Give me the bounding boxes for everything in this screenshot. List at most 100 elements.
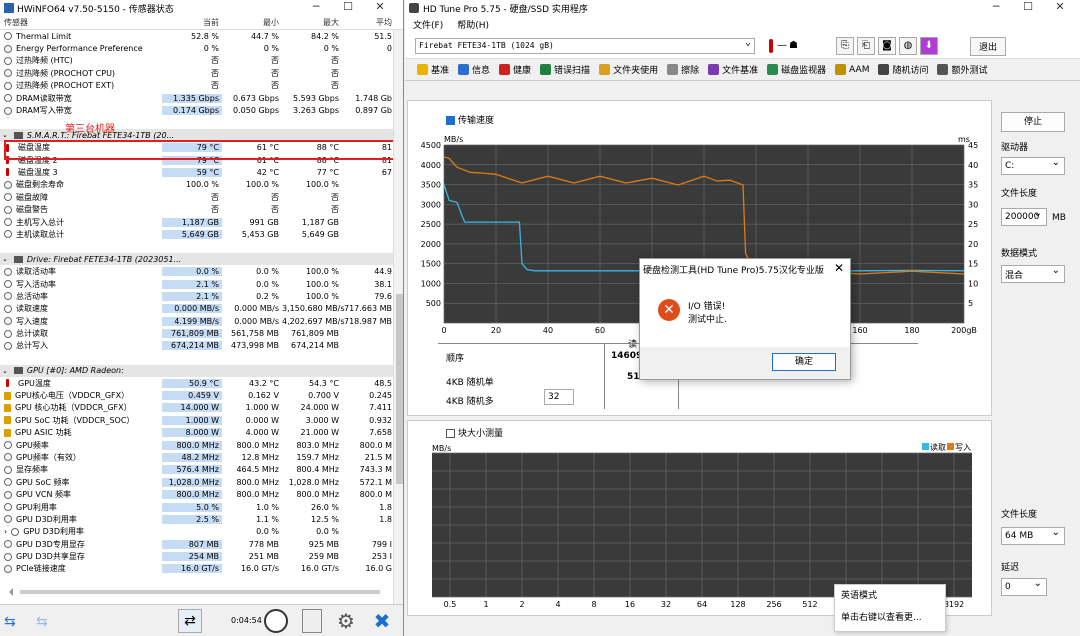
col-max[interactable]: 最大 xyxy=(282,17,342,28)
vertical-scrollbar[interactable] xyxy=(393,30,403,604)
close-icon[interactable]: ✕ xyxy=(364,0,396,13)
settings-gear-icon[interactable]: ⚙ xyxy=(334,609,358,633)
sensor-row[interactable]: 写入速度 4.199 MB/s 0.000 MB/s 4,202.697 MB/s 71… xyxy=(0,315,403,327)
sensor-row[interactable]: GPU SoC 功耗（VDDCR_SOC） 1.000 W 0.000 W 3.000… xyxy=(0,414,403,426)
sensor-row[interactable]: Energy Performance Preference 0 % 0 % 0 % 0 xyxy=(0,42,403,54)
nav-arrows-icon[interactable]: ⇆ xyxy=(4,614,16,630)
sensor-row[interactable]: 磁盘故障 否 否 否 xyxy=(0,191,403,203)
report-icon[interactable] xyxy=(302,609,322,633)
sensor-row[interactable]: 过热降频 (PROCHOT CPU) 否 否 否 xyxy=(0,67,403,79)
tab-aam[interactable]: AAM xyxy=(835,64,869,75)
coins-icon[interactable]: ◍ xyxy=(898,36,917,55)
ok-button[interactable]: 确定 xyxy=(772,353,836,371)
data-mode-select[interactable]: 混合 xyxy=(1001,265,1065,283)
context-item-more[interactable]: 单击右键以查看更... xyxy=(835,607,945,629)
network-icon[interactable]: ⇄ xyxy=(178,609,202,633)
sensor-row[interactable]: 写入活动率 2.1 % 0.0 % 100.0 % 38.1 xyxy=(0,278,403,290)
sensor-row[interactable]: 总活动率 2.1 % 0.2 % 100.0 % 79.6 xyxy=(0,290,403,302)
sensor-row[interactable]: 磁盘剩余寿命 100.0 % 100.0 % 100.0 % xyxy=(0,179,403,191)
maximize-icon[interactable]: ☐ xyxy=(332,0,364,13)
sensor-row[interactable]: Thermal Limit 52.8 % 44.7 % 84.2 % 51.5 xyxy=(0,30,403,42)
sensor-row[interactable]: › GPU D3D利用率 0.0 % 0.0 % xyxy=(0,526,403,538)
camera-icon[interactable]: ◙ xyxy=(877,36,896,55)
sensor-row[interactable]: GPU频率（有效） 48.2 MHz 12.8 MHz 159.7 MHz 21.5 M xyxy=(0,451,403,463)
sensor-row[interactable]: GPU频率 800.0 MHz 800.0 MHz 803.0 MHz 800.0 M xyxy=(0,439,403,451)
sensor-row[interactable]: 过热降频 (PROCHOT EXT) 否 否 否 xyxy=(0,80,403,92)
file-length-2-select[interactable]: 64 MB xyxy=(1001,527,1065,545)
collapse-icon[interactable]: ⌄ xyxy=(2,367,8,375)
sensor-row[interactable]: 主机写入总计 1,187 GB 991 GB 1,187 GB xyxy=(0,216,403,228)
collapse-icon[interactable]: ⌄ xyxy=(2,255,8,263)
tab-extra-tests[interactable]: 额外测试 xyxy=(937,63,988,76)
copy-icon[interactable]: ⎘ xyxy=(835,36,854,55)
tab-random-access[interactable]: 随机访问 xyxy=(878,63,928,76)
tab-info[interactable]: 信息 xyxy=(458,63,490,76)
sensor-row[interactable]: DRAM读取带宽 1.335 Gbps 0.673 Gbps 5.593 Gbps 1.… xyxy=(0,92,403,104)
col-min[interactable]: 最小 xyxy=(222,17,282,28)
menu-help[interactable]: 帮助(H) xyxy=(457,18,489,31)
sensor-row[interactable]: 总计写入 674,214 MB 473,998 MB 674,214 MB xyxy=(0,340,403,352)
col-current[interactable]: 当前 xyxy=(162,17,222,28)
stop-button[interactable]: 停止 xyxy=(1001,112,1065,132)
x-tick-label: 8 xyxy=(591,600,596,609)
minimize-icon[interactable]: ─ xyxy=(980,0,1012,13)
close-sensors-icon[interactable]: ✖ xyxy=(370,609,394,633)
context-item-english[interactable]: 英语模式 xyxy=(835,585,945,607)
h-scroll-thumb[interactable] xyxy=(20,590,380,594)
drive-select[interactable]: Firebat FETE34-1TB (1024 gB) xyxy=(415,37,755,54)
drive-letter-select[interactable]: C: xyxy=(1001,157,1065,175)
sensor-row[interactable]: GPU 核心功耗（VDDCR_GFX） 14.000 W 1.000 W 24.000… xyxy=(0,402,403,414)
sensor-row[interactable]: GPU VCN 频率 800.0 MHz 800.0 MHz 800.0 MHz 800… xyxy=(0,488,403,500)
sensor-row[interactable]: DRAM写入带宽 0.174 Gbps 0.050 Gbps 3.263 Gbps 0.… xyxy=(0,104,403,116)
sensor-group-header[interactable]: ⌄ GPU [#0]: AMD Radeon: xyxy=(0,364,403,377)
col-avg[interactable]: 平均 xyxy=(342,17,394,28)
menu-file[interactable]: 文件(F) xyxy=(413,18,443,31)
nav-arrows-2-icon[interactable]: ⇆ xyxy=(36,614,48,630)
sensor-row[interactable]: GPU ASIC 功耗 8.000 W 4.000 W 21.000 W 7.658 xyxy=(0,427,403,439)
sensor-group-header[interactable]: ⌄ Drive: Firebat FETE34-1TB (2023051... xyxy=(0,253,403,266)
queue-depth-stepper[interactable]: 32 xyxy=(544,389,574,405)
file-length-stepper[interactable]: 200000 xyxy=(1001,208,1047,226)
download-icon[interactable]: ⬇ xyxy=(919,36,938,55)
sensor-row[interactable]: GPU D3D专用显存 807 MB 778 MB 925 MB 799 I xyxy=(0,538,403,550)
sensor-row[interactable]: 磁盘警告 否 否 否 xyxy=(0,203,403,215)
tab-disk-monitor[interactable]: 磁盘监视器 xyxy=(767,63,826,76)
sensor-row[interactable]: GPU D3D共享显存 254 MB 251 MB 259 MB 253 I xyxy=(0,550,403,562)
scrollbar-thumb[interactable] xyxy=(396,294,403,484)
collapse-icon[interactable]: ⌄ xyxy=(2,131,8,139)
sensor-row[interactable]: GPU SoC 频率 1,028.0 MHz 800.0 MHz 1,028.0 MH… xyxy=(0,476,403,488)
sensor-row[interactable]: 读取速度 0.000 MB/s 0.000 MB/s 3,150.680 MB/s 71… xyxy=(0,303,403,315)
tab-erase[interactable]: 擦除 xyxy=(667,63,699,76)
delay-stepper[interactable]: 0 xyxy=(1001,578,1047,596)
close-icon[interactable]: ✕ xyxy=(1044,0,1076,13)
sensor-row[interactable]: 磁盘温度 3 59 °C 42 °C 77 °C 67 xyxy=(0,166,403,178)
sensor-row[interactable]: 总计读取 761,809 MB 561,758 MB 761,809 MB xyxy=(0,327,403,339)
exit-button[interactable]: 退出 xyxy=(970,37,1007,56)
sensor-row[interactable]: GPU温度 50.9 °C 43.2 °C 54.3 °C 48.5 xyxy=(0,377,403,389)
sensor-value-max: 1,028.0 MHz xyxy=(288,477,339,487)
minimize-icon[interactable]: ─ xyxy=(300,0,332,13)
maximize-icon[interactable]: ☐ xyxy=(1012,0,1044,13)
sensor-row[interactable]: GPU核心电压（VDDCR_GFX） 0.459 V 0.162 V 0.700 V 0… xyxy=(0,389,403,401)
clock-icon[interactable] xyxy=(264,609,288,633)
col-sensor[interactable]: 传感器 xyxy=(0,17,162,28)
sensor-row[interactable]: 显存频率 576.4 MHz 464.5 MHz 800.4 MHz 743.3 M xyxy=(0,464,403,476)
tab-health[interactable]: 健康 xyxy=(499,63,531,76)
transfer-speed-checkbox[interactable]: 传输速度 xyxy=(446,113,494,126)
sensor-row[interactable]: GPU D3D利用率 2.5 % 1.1 % 12.5 % 1.8 xyxy=(0,513,403,525)
expand-icon[interactable]: › xyxy=(4,527,7,536)
sensor-row[interactable]: PCIe链接速度 16.0 GT/s 16.0 GT/s 16.0 GT/s 16.0 … xyxy=(0,563,403,575)
horizontal-scrollbar[interactable] xyxy=(0,582,393,604)
paste-icon[interactable]: ⎗ xyxy=(856,36,875,55)
tab-file-benchmark[interactable]: 文件基准 xyxy=(708,63,758,76)
tab-error-scan[interactable]: 错误扫描 xyxy=(540,63,590,76)
tab-benchmark[interactable]: 基准 xyxy=(417,63,449,76)
scroll-left-icon[interactable] xyxy=(6,588,13,596)
sensor-row[interactable]: 过热降频 (HTC) 否 否 否 xyxy=(0,55,403,67)
sensor-row[interactable]: GPU利用率 5.0 % 1.0 % 26.0 % 1.8 xyxy=(0,501,403,513)
sensor-row[interactable]: 读取活动率 0.0 % 0.0 % 100.0 % 44.9 xyxy=(0,265,403,277)
tab-folder-usage[interactable]: 文件夹使用 xyxy=(599,63,658,76)
sensor-value-min: 4.000 W xyxy=(245,428,279,438)
sensor-row[interactable]: 主机读取总计 5,649 GB 5,453 GB 5,649 GB xyxy=(0,228,403,240)
dialog-close-icon[interactable]: ✕ xyxy=(834,261,844,275)
